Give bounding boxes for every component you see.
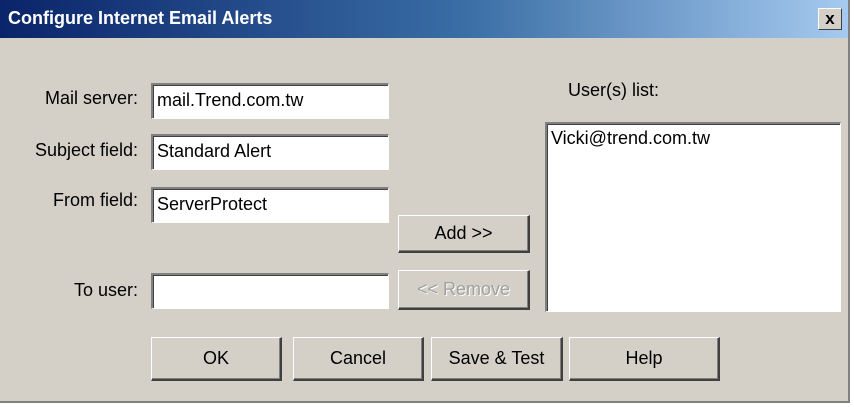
add-button[interactable]: Add >> xyxy=(398,215,530,253)
close-button[interactable]: x xyxy=(818,8,842,30)
to-user-input[interactable] xyxy=(151,273,389,309)
remove-button[interactable]: << Remove xyxy=(398,270,530,310)
save-and-test-button[interactable]: Save & Test xyxy=(431,337,563,381)
title-bar[interactable]: Configure Internet Email Alerts x xyxy=(0,0,848,38)
to-user-label: To user: xyxy=(73,280,138,300)
users-listbox[interactable]: Vicki@trend.com.tw xyxy=(545,122,841,312)
mail-server-input[interactable]: mail.Trend.com.tw xyxy=(151,83,389,119)
close-icon: x xyxy=(825,9,835,28)
help-button[interactable]: Help xyxy=(569,337,720,381)
from-field-input[interactable]: ServerProtect xyxy=(151,187,389,223)
dialog-window: Configure Internet Email Alerts x Mail s… xyxy=(0,0,850,403)
subject-field-input[interactable]: Standard Alert xyxy=(151,134,389,170)
from-field-label: From field: xyxy=(52,190,138,210)
dialog-title: Configure Internet Email Alerts xyxy=(8,8,273,28)
users-list-label: User(s) list: xyxy=(568,80,659,100)
cancel-button[interactable]: Cancel xyxy=(293,337,424,381)
list-item[interactable]: Vicki@trend.com.tw xyxy=(551,128,836,149)
ok-button[interactable]: OK xyxy=(151,337,282,381)
mail-server-label: Mail server: xyxy=(44,88,138,108)
subject-field-label: Subject field: xyxy=(34,140,138,160)
